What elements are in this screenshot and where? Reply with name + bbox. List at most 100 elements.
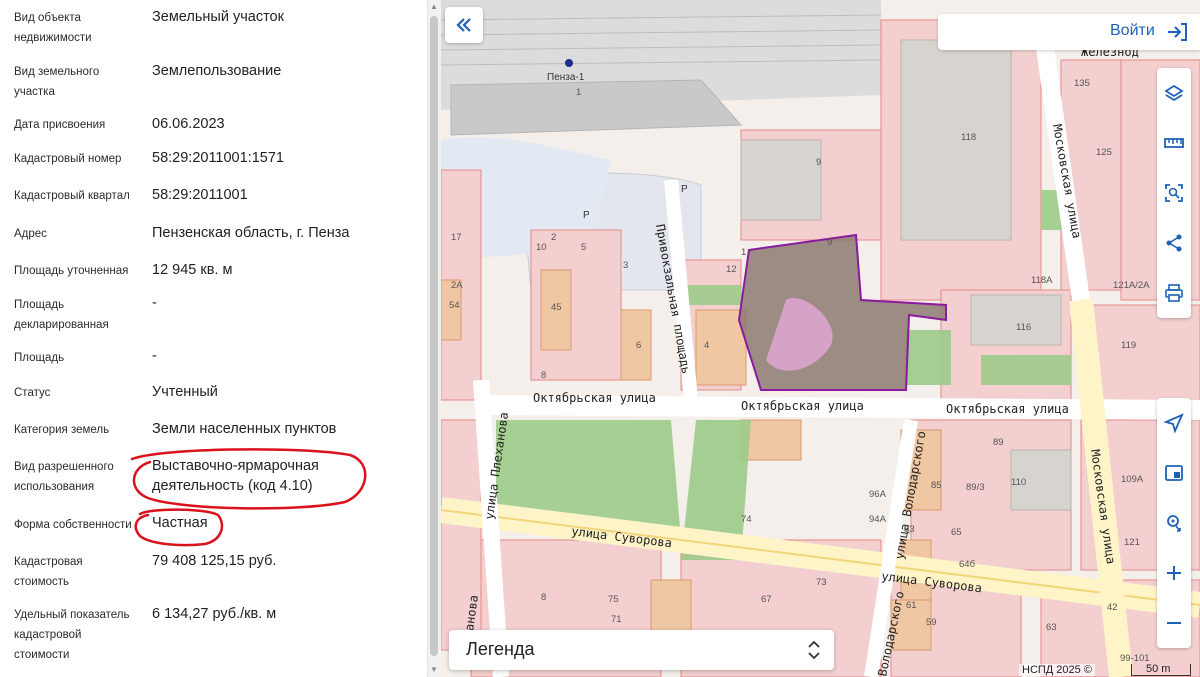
- info-value: -: [152, 348, 157, 364]
- info-label: Кадастровая стоимость: [14, 556, 83, 588]
- login-arrow-icon: [1168, 23, 1187, 41]
- house-number-label: 42: [1107, 602, 1118, 613]
- zoom-out-button[interactable]: [1157, 598, 1191, 648]
- house-number-label: 45: [551, 302, 562, 313]
- house-number-label: 1: [741, 247, 746, 258]
- house-number-label: 89: [993, 437, 1004, 448]
- house-number-label: 10: [536, 242, 547, 253]
- info-value: Землепользование: [152, 63, 282, 79]
- house-number-label: 8: [541, 592, 546, 603]
- house-number-label: 121: [1124, 537, 1140, 548]
- map-label-street: Октябрьская улица: [533, 391, 656, 405]
- info-label: Площадь уточненная: [14, 265, 129, 277]
- select-area-button[interactable]: [1157, 168, 1191, 218]
- info-label: Кадастровый номер: [14, 153, 122, 165]
- info-label: Вид разрешенного использования: [14, 461, 114, 493]
- house-number-label: 64б: [959, 559, 976, 570]
- map-label-station: Пенза-1: [547, 72, 585, 83]
- map-attribution: НСПД 2025 ©: [1019, 664, 1095, 676]
- parcel-info-panel: Вид объекта недвижимости Земельный участ…: [0, 0, 427, 677]
- info-value: 12 945 кв. м: [152, 262, 233, 278]
- map-label-street: Октябрьская улица: [946, 402, 1069, 416]
- zoom-in-button[interactable]: [1157, 548, 1191, 598]
- login-button[interactable]: Войти: [938, 14, 1200, 50]
- house-number-label: 63: [1046, 622, 1057, 633]
- map-tools-top: [1157, 68, 1191, 318]
- house-number-label: 125: [1096, 147, 1112, 158]
- layers-button[interactable]: [1157, 68, 1191, 118]
- ruler-button[interactable]: [1157, 118, 1191, 168]
- info-value: Земельный участок: [152, 9, 284, 25]
- info-value: 6 134,27 руб./кв. м: [152, 606, 277, 622]
- house-number-label: 75: [608, 594, 619, 605]
- legend-panel[interactable]: Легенда: [449, 630, 834, 670]
- print-button[interactable]: [1157, 268, 1191, 318]
- house-number-label: 9: [816, 157, 821, 168]
- info-label: Статус: [14, 387, 51, 399]
- house-number-label: 85: [931, 480, 942, 491]
- house-number-label: 54: [449, 300, 460, 311]
- collapse-panel-button[interactable]: [445, 7, 483, 43]
- house-number-label: 74: [741, 514, 752, 525]
- map-canvas[interactable]: Пенза-1 Железнод P P Привокзальная площа…: [441, 0, 1200, 677]
- panel-icon: [1165, 465, 1183, 481]
- house-number-label: 2А: [451, 280, 463, 291]
- info-label: Площадь декларированная: [14, 299, 109, 331]
- house-number-label: 89/3: [966, 482, 985, 493]
- info-value: 58:29:2011001: [152, 187, 248, 203]
- navigation-arrow-icon: [1164, 413, 1184, 433]
- house-number-label: 12: [726, 264, 737, 275]
- info-value: -: [152, 295, 157, 311]
- house-number-label: 65: [951, 527, 962, 538]
- house-number-label: 1: [576, 87, 581, 98]
- geolocation-icon: [1167, 515, 1181, 532]
- house-number-label: 59: [926, 617, 937, 628]
- house-number-label: 109А: [1121, 474, 1144, 485]
- map-label-parking: P: [583, 210, 590, 221]
- info-label: Удельный показатель кадастровой стоимост…: [14, 609, 130, 661]
- app-window: Вид объекта недвижимости Земельный участ…: [0, 0, 1200, 677]
- house-number-label: 9: [827, 237, 832, 248]
- house-number-label: 94А: [869, 514, 887, 525]
- house-number-label: 135: [1074, 78, 1090, 89]
- navigation-button[interactable]: [1157, 398, 1191, 448]
- plus-icon: [1167, 566, 1181, 580]
- info-value: 06.06.2023: [152, 116, 225, 132]
- scrollbar-thumb[interactable]: [430, 16, 438, 656]
- geolocation-button[interactable]: [1157, 498, 1191, 548]
- info-value: Пензенская область, г. Пенза: [152, 225, 350, 241]
- ruler-icon: [1164, 138, 1184, 148]
- house-number-label: 71: [611, 614, 622, 625]
- info-label: Вид земельного участка: [14, 66, 100, 98]
- house-number-label: 61: [906, 600, 917, 611]
- panel-button[interactable]: [1157, 448, 1191, 498]
- login-label: Войти: [1110, 22, 1155, 39]
- house-number-label: 4: [704, 340, 709, 351]
- house-number-label: 118А: [1031, 275, 1053, 286]
- info-label: Кадастровый квартал: [14, 190, 130, 202]
- layers-icon: [1164, 84, 1184, 102]
- share-icon: [1166, 234, 1182, 252]
- house-number-label: 118: [961, 132, 976, 143]
- info-label: Площадь: [14, 352, 65, 364]
- scroll-up-icon[interactable]: ▲: [429, 2, 439, 12]
- info-value: 58:29:2011001:1571: [152, 150, 284, 166]
- select-area-icon: [1165, 184, 1183, 202]
- info-value: Частная: [152, 515, 208, 531]
- minus-icon: [1167, 622, 1181, 624]
- cadastral-map[interactable]: Пенза-1 Железнод P P Привокзальная площа…: [441, 0, 1200, 677]
- house-number-label: 3: [623, 260, 628, 271]
- house-number-label: 8: [541, 370, 546, 381]
- legend-label: Легенда: [466, 639, 535, 659]
- info-label: Форма собственности: [14, 519, 132, 531]
- info-label: Дата присвоения: [14, 119, 106, 131]
- info-value: Выставочно-ярмарочная деятельность (код …: [152, 458, 319, 494]
- house-number-label: 110: [1011, 477, 1026, 488]
- up-down-chevron-icon[interactable]: [805, 640, 823, 660]
- map-label-parking: P: [681, 184, 688, 195]
- double-chevron-left-icon: [456, 18, 471, 32]
- info-label: Адрес: [14, 228, 47, 240]
- scroll-down-icon[interactable]: ▼: [429, 665, 439, 675]
- info-label: Вид объекта недвижимости: [14, 12, 92, 44]
- share-button[interactable]: [1157, 218, 1191, 268]
